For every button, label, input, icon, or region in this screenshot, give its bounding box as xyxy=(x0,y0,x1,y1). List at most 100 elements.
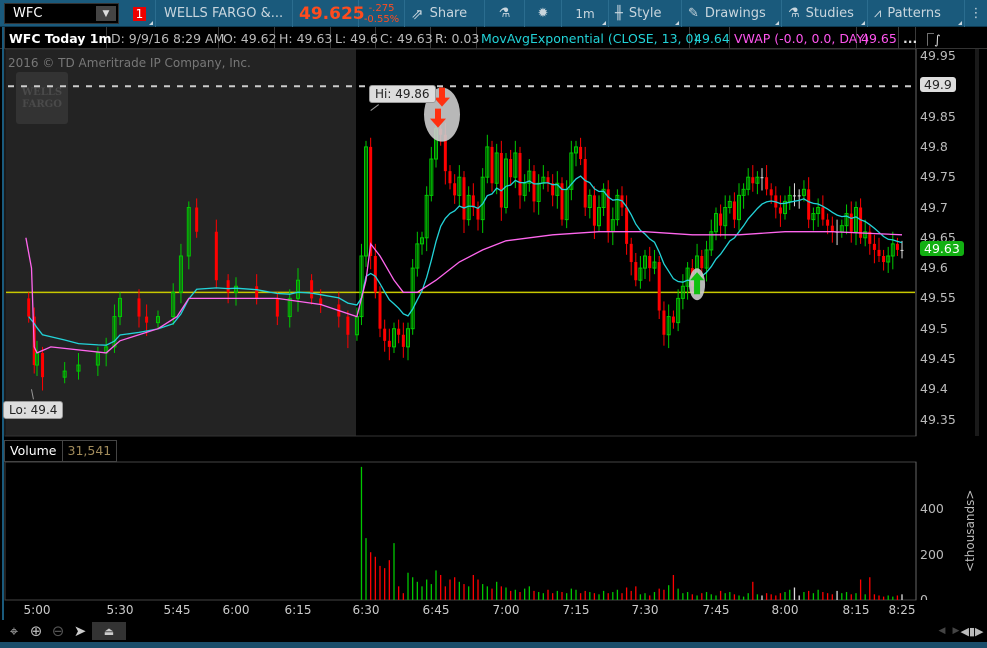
candle-body xyxy=(509,159,513,178)
high-pointer xyxy=(370,104,379,111)
crosshair-icon[interactable]: ⌖ xyxy=(4,622,24,640)
candle-body xyxy=(383,328,387,341)
candle-body xyxy=(592,195,596,226)
volume-header: Volume 31,541 xyxy=(4,440,118,462)
volume-value: 31,541 xyxy=(63,441,118,461)
candle-body xyxy=(700,255,704,269)
candle-body xyxy=(895,243,899,250)
candle-body xyxy=(137,298,141,317)
volume-tick: 400 xyxy=(920,501,944,516)
zoom-in-icon[interactable]: ⊕ xyxy=(26,622,46,640)
candle-body xyxy=(719,213,723,226)
candle-body xyxy=(634,262,638,281)
candle-body xyxy=(882,255,886,263)
candle-body xyxy=(625,207,629,244)
time-tick: 6:00 xyxy=(222,603,250,617)
time-tick: 8:15 xyxy=(842,603,870,617)
candle-body xyxy=(27,298,31,317)
time-tick: 7:15 xyxy=(562,603,590,617)
candle-body xyxy=(657,262,661,311)
price-tick: 49.7 xyxy=(920,199,948,215)
candle-body xyxy=(369,146,373,256)
candle-body xyxy=(778,207,782,214)
candle-body xyxy=(490,146,494,184)
time-tick: 5:30 xyxy=(106,603,134,617)
zoom-handle-icon[interactable]: ◀▮▶ xyxy=(961,622,984,640)
candle-body xyxy=(275,298,279,317)
low-bubble: Lo: 49.4 xyxy=(3,401,64,420)
copyright-text: 2016 © TD Ameritrade IP Company, Inc. xyxy=(8,56,251,70)
expand-panel-button[interactable]: ⏏ xyxy=(92,622,126,640)
candle-body xyxy=(518,152,522,196)
price-tick: 49.35 xyxy=(920,411,956,427)
volume-unit-label: <thousands> xyxy=(963,489,977,572)
candle-body xyxy=(195,207,199,232)
candle-body xyxy=(378,292,382,329)
candle-body xyxy=(41,352,45,378)
time-tick: 5:45 xyxy=(163,603,191,617)
zoom-out-icon[interactable]: ⊖ xyxy=(48,622,68,640)
candle-body xyxy=(849,213,853,232)
wells-fargo-logo xyxy=(16,72,68,124)
logo-text-2: FARGO xyxy=(22,99,62,110)
alert-price-label: 49.9 xyxy=(920,77,956,93)
candle-body xyxy=(821,207,825,220)
volume-title: Volume xyxy=(5,441,63,461)
candle-body xyxy=(471,195,475,208)
price-tick: 49.5 xyxy=(920,320,948,336)
volume-tick: 200 xyxy=(920,547,944,562)
candle-body xyxy=(453,183,457,196)
price-tick: 49.75 xyxy=(920,169,956,185)
candle-body xyxy=(346,316,350,335)
high-bubble: Hi: 49.86 xyxy=(369,84,436,103)
candle-body xyxy=(145,316,149,323)
vertical-scrollbar[interactable] xyxy=(975,49,979,436)
time-tick: 6:15 xyxy=(284,603,312,617)
candle-body xyxy=(792,195,796,197)
candle-body xyxy=(751,177,755,184)
candle-body xyxy=(499,152,503,208)
candle-body xyxy=(760,177,764,179)
candle-body xyxy=(401,334,405,347)
candle-body xyxy=(532,171,536,202)
candle-body xyxy=(797,195,801,197)
candle-body xyxy=(579,146,583,160)
cursor-icon[interactable]: ➤ xyxy=(70,622,90,640)
price-tick: 49.95 xyxy=(920,48,956,63)
price-tick: 49.4 xyxy=(920,381,948,397)
candle-body xyxy=(769,189,773,196)
candle-body xyxy=(826,219,830,226)
price-tick: 49.6 xyxy=(920,260,948,276)
time-tick: 8:00 xyxy=(771,603,799,617)
price-tick: 49.55 xyxy=(920,290,956,306)
candle-body xyxy=(629,243,633,263)
candle-body xyxy=(900,249,904,251)
time-tick: 7:00 xyxy=(492,603,520,617)
price-tick: 49.85 xyxy=(920,108,956,124)
price-tick: 49.45 xyxy=(920,351,956,366)
candle-body xyxy=(373,255,377,293)
time-tick: 8:25 xyxy=(888,603,916,617)
time-tick: 6:45 xyxy=(422,603,450,617)
candle-body xyxy=(877,249,881,256)
candle-body xyxy=(583,159,587,208)
time-tick: 7:45 xyxy=(702,603,730,617)
candle-body xyxy=(732,201,736,220)
candle-body xyxy=(671,316,675,323)
candle-body xyxy=(662,310,666,335)
time-tick: 7:30 xyxy=(631,603,659,617)
candle-body xyxy=(765,177,769,190)
bottom-border xyxy=(0,642,987,648)
candle-body xyxy=(462,177,466,220)
bottom-toolbar: ⌖ ⊕ ⊖ ➤ ⏏ ◀ ▶ ◀▮▶ xyxy=(0,620,987,642)
time-tick: 5:00 xyxy=(23,603,51,617)
logo-text-1: WELLS xyxy=(21,87,62,98)
price-tick: 49.8 xyxy=(920,138,948,154)
candle-body xyxy=(226,280,230,293)
candle-body xyxy=(807,189,811,220)
price-chart[interactable]: WELLS FARGO xyxy=(0,0,987,648)
candle-body xyxy=(830,225,834,232)
candle-body xyxy=(255,286,259,299)
candle-body xyxy=(310,280,314,299)
candle-body xyxy=(648,255,652,269)
